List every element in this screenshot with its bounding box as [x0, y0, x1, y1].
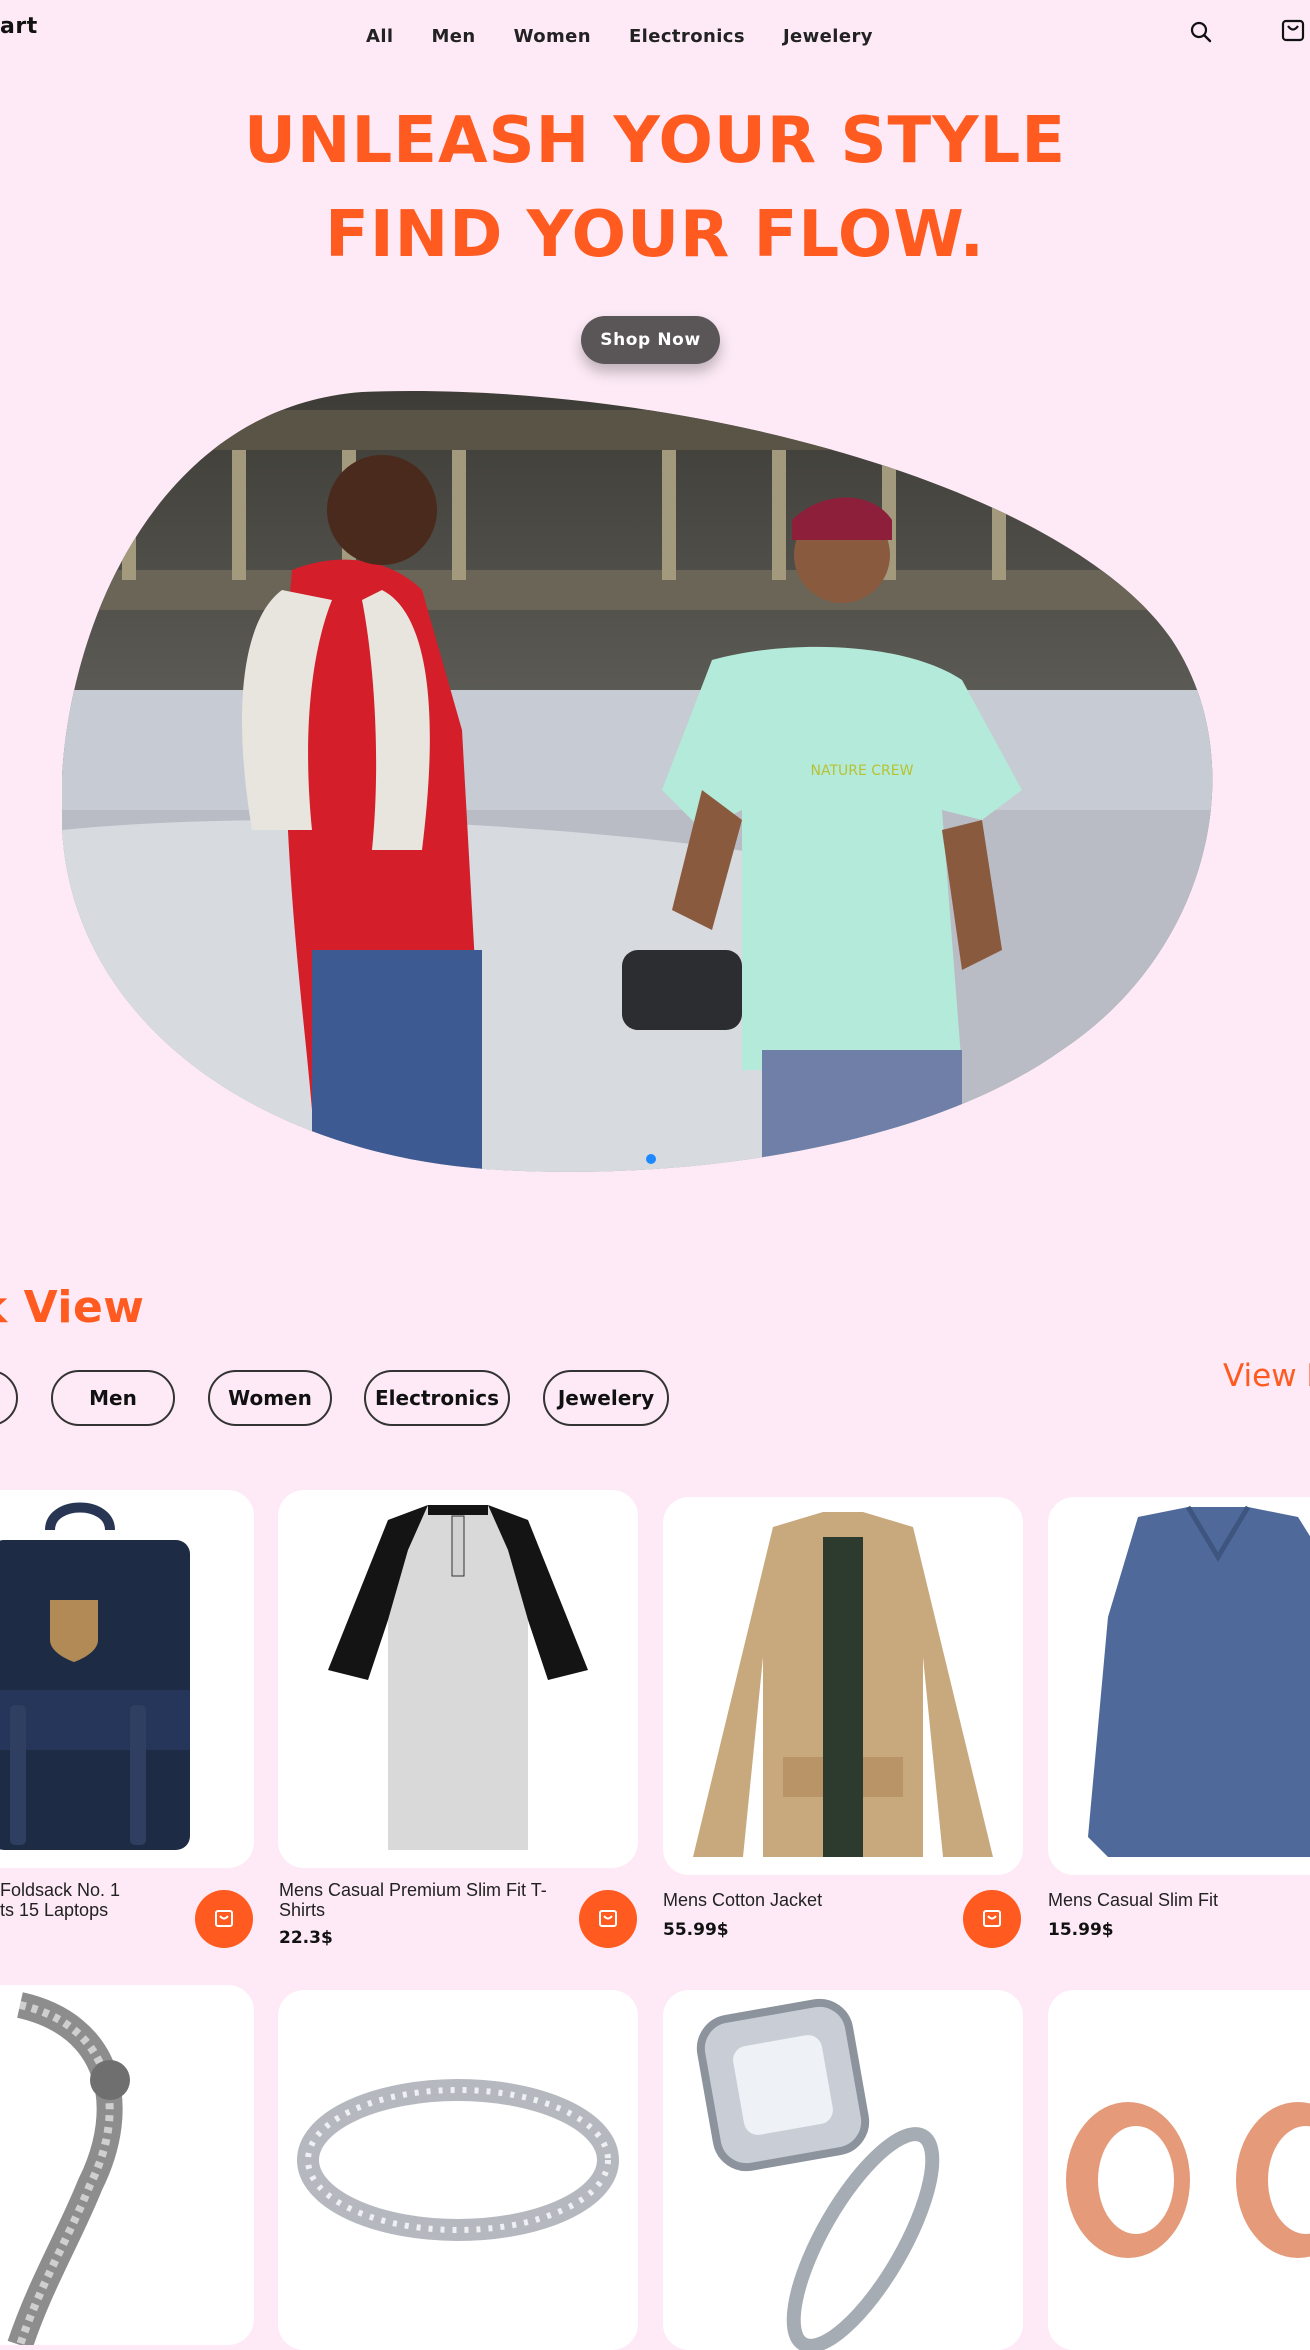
product-price-jacket: 55.99$ [663, 1920, 729, 1940]
filter-pill-women[interactable]: Women [208, 1370, 332, 1426]
product-price-tshirt: 22.3$ [279, 1928, 333, 1948]
nav-all[interactable]: All [366, 26, 393, 47]
cart-icon [983, 1910, 1001, 1927]
product-image-jacket[interactable] [663, 1497, 1023, 1875]
svg-text:NATURE CREW: NATURE CREW [811, 763, 914, 779]
filter-pill-electronics[interactable]: Electronics [364, 1370, 510, 1426]
view-more-link[interactable]: View M [1223, 1358, 1310, 1394]
product-image-diamond-ring[interactable] [663, 1990, 1023, 2350]
hero-image: NATURE CREW [62, 391, 1213, 1172]
shop-now-button[interactable]: Shop Now [581, 316, 720, 364]
product-image-slim-fit[interactable] [1048, 1497, 1310, 1875]
product-image-tshirt[interactable] [278, 1490, 638, 1868]
search-icon[interactable] [1187, 18, 1215, 46]
carousel-dot-active[interactable] [646, 1154, 656, 1164]
product-image-plugs[interactable] [1048, 1990, 1310, 2350]
product-title-backpack[interactable]: Foldsack No. 1 ts 15 Laptops [0, 1880, 200, 1920]
nav-men[interactable]: Men [431, 26, 475, 47]
product-image-band-ring[interactable] [278, 1990, 638, 2350]
cart-icon [215, 1910, 233, 1927]
nav-jewelery[interactable]: Jewelery [783, 26, 873, 47]
hero-headline-2: FIND YOUR FLOW. [325, 198, 985, 272]
add-to-cart-button[interactable] [195, 1890, 253, 1948]
product-title-jacket[interactable]: Mens Cotton Jacket [663, 1890, 923, 1910]
cart-icon[interactable] [1279, 16, 1307, 44]
product-title-slim-fit[interactable]: Mens Casual Slim Fit [1048, 1890, 1308, 1910]
filter-pill-jewelery[interactable]: Jewelery [543, 1370, 669, 1426]
brand-logo[interactable]: art [0, 14, 38, 39]
section-title: k View [0, 1282, 145, 1333]
add-to-cart-button[interactable] [963, 1890, 1021, 1948]
main-nav: All Men Women Electronics Jewelery [366, 26, 873, 47]
nav-women[interactable]: Women [514, 26, 591, 47]
hero-headline-1: UNLEASH YOUR STYLE [243, 104, 1067, 178]
product-title-tshirt[interactable]: Mens Casual Premium Slim Fit T- Shirts [279, 1880, 579, 1920]
cart-icon [599, 1910, 617, 1927]
filter-pill-men[interactable]: Men [51, 1370, 175, 1426]
product-image-backpack[interactable] [0, 1490, 254, 1868]
product-image-bracelet[interactable] [0, 1985, 254, 2345]
add-to-cart-button[interactable] [579, 1890, 637, 1948]
nav-electronics[interactable]: Electronics [629, 26, 745, 47]
filter-pill-all[interactable] [0, 1370, 18, 1426]
product-price-slim-fit: 15.99$ [1048, 1920, 1114, 1940]
